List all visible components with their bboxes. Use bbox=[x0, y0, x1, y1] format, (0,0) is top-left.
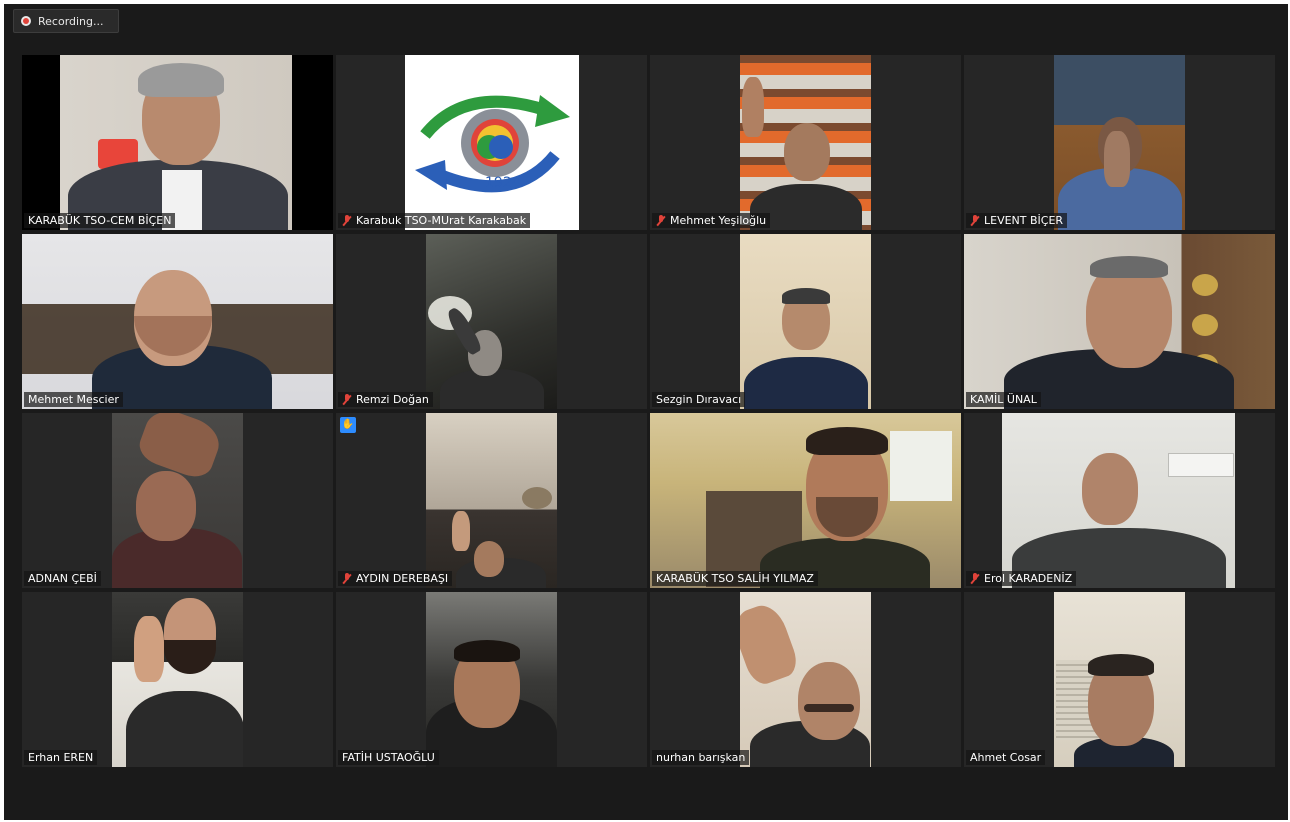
record-dot-icon bbox=[21, 16, 31, 26]
participant-name-label: Remzi Doğan bbox=[338, 392, 433, 407]
participant-tile[interactable]: Erhan EREN bbox=[22, 592, 333, 767]
participant-video bbox=[964, 234, 1275, 409]
recording-label: Recording... bbox=[38, 14, 104, 28]
participant-name-label: Mehmet Mescier bbox=[24, 392, 123, 407]
participant-name-label: Sezgin Dıravacı bbox=[652, 392, 746, 407]
mic-muted-icon bbox=[656, 214, 666, 227]
participant-tile[interactable]: ADNAN ÇEBİ bbox=[22, 413, 333, 588]
mic-muted-icon bbox=[342, 214, 352, 227]
participant-name-label: AYDIN DEREBAŞI bbox=[338, 571, 453, 586]
participant-name-label: Erol KARADENİZ bbox=[966, 571, 1077, 586]
participant-tile[interactable]: KARABÜK TSO-CEM BİÇEN bbox=[22, 55, 333, 230]
participant-logo: 1924 bbox=[405, 55, 579, 230]
participant-tile[interactable]: nurhan barışkan bbox=[650, 592, 961, 767]
participant-tile[interactable]: Erol KARADENİZ bbox=[964, 413, 1275, 588]
participant-name-label: Ahmet Cosar bbox=[966, 750, 1046, 765]
participant-name-label: LEVENT BİÇER bbox=[966, 213, 1068, 228]
meeting-window: Recording... KARABÜK TSO-CEM BİÇEN 1924 … bbox=[4, 4, 1288, 820]
participant-name-label: nurhan barışkan bbox=[652, 750, 750, 765]
participant-name-label: Mehmet Yeşiloğlu bbox=[652, 213, 771, 228]
participant-video bbox=[650, 413, 961, 588]
svg-text:1924: 1924 bbox=[485, 175, 521, 191]
participant-name-label: Erhan EREN bbox=[24, 750, 98, 765]
mic-muted-icon bbox=[342, 572, 352, 585]
participant-tile[interactable]: Mehmet Mescier bbox=[22, 234, 333, 409]
participant-tile[interactable]: ✋ AYDIN DEREBAŞI bbox=[336, 413, 647, 588]
participant-name-label: KARABÜK TSO SALİH YILMAZ bbox=[652, 571, 818, 586]
mic-muted-icon bbox=[342, 393, 352, 406]
participant-video bbox=[740, 592, 871, 767]
participant-video bbox=[22, 234, 333, 409]
participant-name-label: ADNAN ÇEBİ bbox=[24, 571, 101, 586]
participant-name-label: KAMİL ÜNAL bbox=[966, 392, 1041, 407]
participant-tile-active-speaker[interactable]: KARABÜK TSO SALİH YILMAZ bbox=[650, 413, 961, 588]
mic-muted-icon bbox=[970, 572, 980, 585]
participant-tile[interactable]: FATİH USTAOĞLU bbox=[336, 592, 647, 767]
participant-name-label: KARABÜK TSO-CEM BİÇEN bbox=[24, 213, 176, 228]
participant-tile[interactable]: Mehmet Yeşiloğlu bbox=[650, 55, 961, 230]
participant-tile[interactable]: 1924 Karabuk TSO-MUrat Karakabak bbox=[336, 55, 647, 230]
participant-tile[interactable]: KAMİL ÜNAL bbox=[964, 234, 1275, 409]
participant-video bbox=[1054, 55, 1185, 230]
participant-tile[interactable]: LEVENT BİÇER bbox=[964, 55, 1275, 230]
participant-video bbox=[22, 55, 333, 230]
participant-video bbox=[1054, 592, 1185, 767]
participant-tile[interactable]: Sezgin Dıravacı bbox=[650, 234, 961, 409]
mic-muted-icon bbox=[970, 214, 980, 227]
recording-indicator[interactable]: Recording... bbox=[13, 9, 119, 33]
video-gallery: KARABÜK TSO-CEM BİÇEN 1924 Karabuk TSO-M… bbox=[22, 55, 1275, 767]
participant-tile[interactable]: Ahmet Cosar bbox=[964, 592, 1275, 767]
participant-video bbox=[426, 592, 557, 767]
participant-tile[interactable]: Remzi Doğan bbox=[336, 234, 647, 409]
chamber-logo-icon: 1924 bbox=[415, 95, 570, 193]
participant-video bbox=[112, 592, 243, 767]
participant-video bbox=[426, 234, 557, 409]
participant-video bbox=[112, 413, 243, 588]
participant-video bbox=[426, 413, 557, 588]
participant-video bbox=[740, 55, 871, 230]
participant-video bbox=[1002, 413, 1235, 588]
raised-hand-icon: ✋ bbox=[340, 417, 356, 433]
participant-name-label: Karabuk TSO-MUrat Karakabak bbox=[338, 213, 531, 228]
participant-video bbox=[740, 234, 871, 409]
participant-name-label: FATİH USTAOĞLU bbox=[338, 750, 439, 765]
